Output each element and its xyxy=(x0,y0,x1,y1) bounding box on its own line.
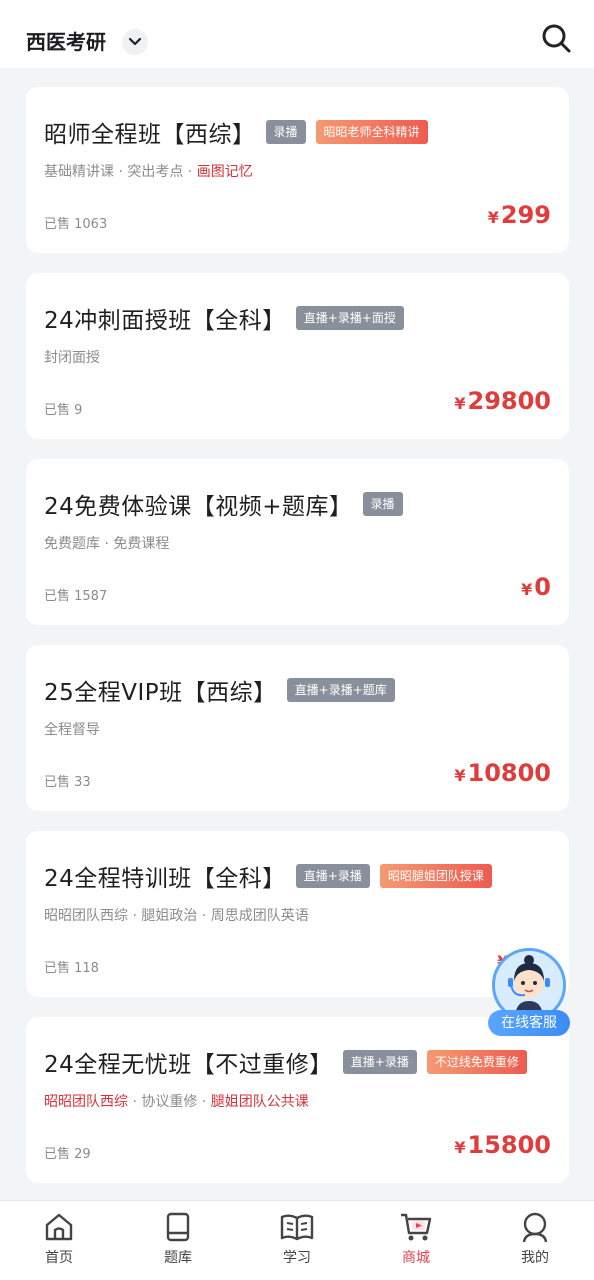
online-service-label: 在线客服 xyxy=(488,1010,570,1036)
course-sold-count: 已售 9 xyxy=(44,403,83,418)
online-service-button[interactable]: 在线客服 xyxy=(488,948,570,1038)
course-sold-count: 已售 29 xyxy=(44,1147,91,1162)
category-title[interactable]: 西医考研 xyxy=(26,26,106,55)
course-sold-count: 已售 33 xyxy=(44,775,91,790)
price-amount: 299 xyxy=(500,201,551,229)
course-tag: 直播+录播 xyxy=(342,1050,417,1074)
course-tag: 不过线免费重修 xyxy=(426,1050,527,1074)
course-price: ¥29800 xyxy=(454,387,551,415)
course-sold-count: 已售 118 xyxy=(44,961,99,976)
top-bar: 西医考研 xyxy=(0,0,594,68)
currency-symbol: ¥ xyxy=(454,1138,466,1157)
bottom-tab-bar: 首页 题库 学习 商城 我的 xyxy=(0,1200,594,1280)
course-title-row: 24全程特训班【全科】 直播+录播 昭昭腿姐团队授课 xyxy=(44,859,492,893)
currency-symbol: ¥ xyxy=(521,580,533,599)
course-title-row: 24全程无忧班【不过重修】 直播+录播 不过线免费重修 xyxy=(44,1045,527,1079)
course-price: ¥10800 xyxy=(454,759,551,787)
currency-symbol: ¥ xyxy=(454,766,466,785)
currency-symbol: ¥ xyxy=(454,394,466,413)
course-title-row: 24免费体验课【视频+题库】 录播 xyxy=(44,487,403,521)
price-amount: 0 xyxy=(534,573,551,601)
course-title: 24免费体验课【视频+题库】 xyxy=(44,494,353,520)
course-title: 24冲刺面授班【全科】 xyxy=(44,308,286,334)
tab-mall-label: 商城 xyxy=(402,1250,430,1266)
course-highlight-text: 腿姐团队公共课 xyxy=(210,1094,309,1110)
course-title-row: 25全程VIP班【西综】 直播+录播+题库 xyxy=(44,673,395,707)
tab-home-label: 首页 xyxy=(45,1250,73,1266)
user-icon xyxy=(522,1212,548,1243)
tab-study[interactable]: 学习 xyxy=(257,1211,337,1267)
open-book-icon xyxy=(280,1214,314,1241)
course-subtitle: 封闭面授 xyxy=(44,347,100,367)
course-subtitle: 昭昭团队西综 · 协议重修 · 腿姐团队公共课 xyxy=(44,1091,309,1111)
course-title: 昭师全程班【西综】 xyxy=(44,122,256,148)
currency-symbol: ¥ xyxy=(487,208,499,227)
course-highlight-text: 画图记忆 xyxy=(196,164,253,180)
course-tag: 昭昭腿姐团队授课 xyxy=(379,864,492,888)
course-title-row: 24冲刺面授班【全科】 直播+录播+面授 xyxy=(44,301,404,335)
course-subtitle: 全程督导 xyxy=(44,719,100,739)
search-icon[interactable] xyxy=(540,22,572,54)
course-feature-text: · 协议重修 · xyxy=(128,1094,211,1110)
shopping-cart-icon xyxy=(401,1213,432,1241)
book-icon xyxy=(166,1212,190,1242)
course-tag: 直播+录播+面授 xyxy=(295,306,404,330)
tab-mall[interactable]: 商城 xyxy=(376,1211,456,1267)
tab-question-bank[interactable]: 题库 xyxy=(138,1211,218,1267)
tab-mine[interactable]: 我的 xyxy=(495,1211,575,1267)
chevron-down-icon[interactable] xyxy=(122,29,148,55)
price-amount: 15800 xyxy=(467,1131,552,1159)
course-sold-count: 已售 1587 xyxy=(44,589,108,604)
tab-mine-label: 我的 xyxy=(521,1250,549,1266)
course-tag: 直播+录播 xyxy=(295,864,370,888)
course-feature-text: 封闭面授 xyxy=(44,350,100,366)
course-feature-text: 全程督导 xyxy=(44,722,100,738)
course-title-row: 昭师全程班【西综】 录播 昭昭老师全科精讲 xyxy=(44,115,428,149)
course-title: 25全程VIP班【西综】 xyxy=(44,680,277,706)
course-card[interactable]: 25全程VIP班【西综】 直播+录播+题库全程督导已售 33 ¥10800 xyxy=(26,645,569,811)
course-feature-text: 基础精讲课 · 突出考点 · xyxy=(44,164,197,180)
course-feature-text: 昭昭团队西综 · 腿姐政治 · 周思成团队英语 xyxy=(44,908,309,924)
course-card[interactable]: 24冲刺面授班【全科】 直播+录播+面授封闭面授已售 9 ¥29800 xyxy=(26,273,569,439)
course-tag: 录播 xyxy=(362,492,403,516)
course-feature-text: 免费题库 · 免费课程 xyxy=(44,536,170,552)
course-price: ¥0 xyxy=(521,573,551,601)
tab-home[interactable]: 首页 xyxy=(19,1211,99,1267)
course-tag: 录播 xyxy=(265,120,306,144)
tab-study-label: 学习 xyxy=(283,1250,311,1266)
course-subtitle: 基础精讲课 · 突出考点 · 画图记忆 xyxy=(44,161,253,181)
course-subtitle: 昭昭团队西综 · 腿姐政治 · 周思成团队英语 xyxy=(44,905,309,925)
course-card[interactable]: 昭师全程班【西综】 录播 昭昭老师全科精讲基础精讲课 · 突出考点 · 画图记忆已售… xyxy=(26,87,569,253)
course-price: ¥299 xyxy=(488,201,551,229)
course-subtitle: 免费题库 · 免费课程 xyxy=(44,533,169,553)
course-title: 24全程特训班【全科】 xyxy=(44,866,286,892)
price-amount: 10800 xyxy=(467,759,552,787)
course-tag: 昭昭老师全科精讲 xyxy=(315,120,428,144)
course-title: 24全程无忧班【不过重修】 xyxy=(44,1052,333,1078)
price-amount: 29800 xyxy=(467,387,552,415)
course-price: ¥15800 xyxy=(454,1131,551,1159)
course-tag: 直播+录播+题库 xyxy=(286,678,395,702)
course-card[interactable]: 24全程无忧班【不过重修】 直播+录播 不过线免费重修昭昭团队西综 · 协议重修 ·… xyxy=(26,1017,569,1183)
tab-question-bank-label: 题库 xyxy=(164,1250,192,1266)
course-highlight-text: 昭昭团队西综 xyxy=(44,1094,128,1110)
course-sold-count: 已售 1063 xyxy=(44,217,108,232)
home-icon xyxy=(45,1213,73,1241)
course-card[interactable]: 24免费体验课【视频+题库】 录播免费题库 · 免费课程 已售 1587 ¥0 xyxy=(26,459,569,625)
